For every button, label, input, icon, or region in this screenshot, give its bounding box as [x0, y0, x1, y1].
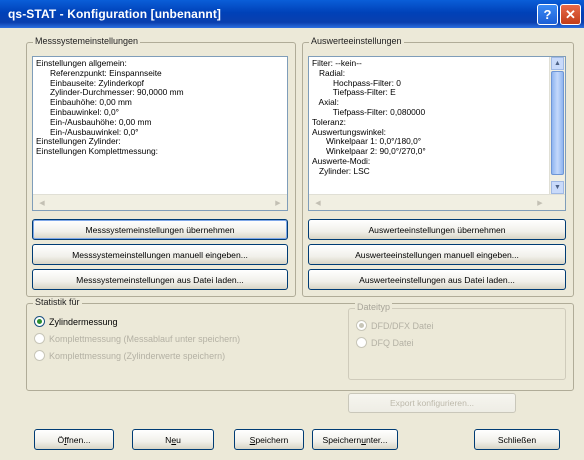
messsystem-lines: Einstellungen allgemein: Referenzpunkt: …: [36, 58, 269, 157]
radio-dfq[interactable]: DFQ Datei: [356, 337, 414, 348]
auswerte-lines: Filter: --kein-- Radial: Hochpass-Filter…: [312, 58, 547, 177]
open-label-c: fnen...: [66, 434, 91, 445]
radio-button-icon[interactable]: [356, 320, 367, 331]
radio-label: DFD/DFX Datei: [371, 320, 434, 331]
list-item: Tiefpass-Filter: E: [312, 87, 396, 98]
radio-label: Komplettmessung (Messablauf unter speich…: [49, 333, 241, 344]
scroll-right-icon[interactable]: ▶: [271, 196, 285, 209]
export-configure-button[interactable]: Export konfigurieren...: [348, 393, 516, 413]
auswerte-listbox[interactable]: Filter: --kein-- Radial: Hochpass-Filter…: [308, 56, 566, 211]
scroll-right-icon[interactable]: ▶: [533, 196, 547, 209]
auswerte-hscrollbar[interactable]: ◀ ▶: [309, 194, 565, 210]
radio-komplett-ablauf[interactable]: Komplettmessung (Messablauf unter speich…: [34, 333, 240, 344]
messsystem-apply-button[interactable]: Messsystemeinstellungen übernehmen: [32, 219, 288, 240]
radio-label: Komplettmessung (Zylinderwerte speichern…: [49, 350, 226, 361]
scroll-up-icon[interactable]: ▲: [551, 57, 564, 70]
open-button[interactable]: Öf fnen...: [34, 429, 114, 450]
open-label-a: Ö: [57, 434, 65, 445]
save-as-label-c: nter...: [365, 434, 388, 445]
scroll-left-icon[interactable]: ◀: [35, 196, 49, 209]
close-icon[interactable]: ✕: [560, 4, 581, 25]
radio-label: Zylindermessung: [49, 316, 118, 327]
messsystem-group-label: Messsystemeinstellungen: [33, 36, 141, 46]
scroll-down-icon[interactable]: ▼: [551, 181, 564, 194]
messsystem-listbox[interactable]: Einstellungen allgemein: Referenzpunkt: …: [32, 56, 288, 211]
radio-zylindermessung[interactable]: Zylindermessung: [34, 316, 118, 327]
list-item: Zylinder: LSC: [312, 165, 370, 176]
auswerte-load-button[interactable]: Auswerteeinstellungen aus Datei laden...: [308, 269, 566, 290]
new-label-c: u: [176, 434, 181, 445]
radio-button-icon[interactable]: [356, 337, 367, 348]
auswerte-vscrollbar[interactable]: ▲ ▼: [549, 57, 565, 194]
list-item: Tiefpass-Filter: 0,080000: [312, 106, 426, 117]
radio-label: DFQ Datei: [371, 337, 414, 348]
auswerte-group-label: Auswerteeinstellungen: [309, 36, 404, 46]
messsystem-load-button[interactable]: Messsystemeinstellungen aus Datei laden.…: [32, 269, 288, 290]
scroll-left-icon[interactable]: ◀: [311, 196, 325, 209]
auswerte-manual-button[interactable]: Auswerteeinstellungen manuell eingeben..…: [308, 244, 566, 265]
list-item: Einstellungen Komplettmessung:: [36, 146, 158, 157]
messsystem-hscrollbar[interactable]: ◀ ▶: [33, 194, 287, 210]
list-item: Filter: --kein--: [312, 58, 362, 68]
radio-dfd-dfx[interactable]: DFD/DFX Datei: [356, 320, 434, 331]
statistik-group-label: Statistik für: [33, 297, 82, 307]
auswerte-apply-button[interactable]: Auswerteeinstellungen übernehmen: [308, 219, 566, 240]
title-bar: qs-STAT - Konfiguration [unbenannt] ? ✕: [0, 0, 584, 28]
scroll-thumb[interactable]: [551, 71, 564, 175]
radio-komplett-zylinder[interactable]: Komplettmessung (Zylinderwerte speichern…: [34, 350, 225, 361]
save-as-label-a: Speichern: [322, 434, 362, 445]
window-title: qs-STAT - Konfiguration [unbenannt]: [8, 7, 222, 21]
save-label-c: peichern: [255, 434, 289, 445]
radio-button-icon[interactable]: [34, 333, 45, 344]
messsystem-manual-button[interactable]: Messsystemeinstellungen manuell eingeben…: [32, 244, 288, 265]
new-button[interactable]: Neu: [132, 429, 214, 450]
save-button[interactable]: Speichern: [234, 429, 304, 450]
radio-button-icon[interactable]: [34, 316, 45, 327]
help-icon[interactable]: ?: [537, 4, 558, 25]
dateityp-group-label: Dateityp: [355, 302, 393, 312]
save-as-button[interactable]: Speichern u nter...: [312, 429, 398, 450]
close-button[interactable]: Schließen: [474, 429, 560, 450]
radio-button-icon[interactable]: [34, 350, 45, 361]
